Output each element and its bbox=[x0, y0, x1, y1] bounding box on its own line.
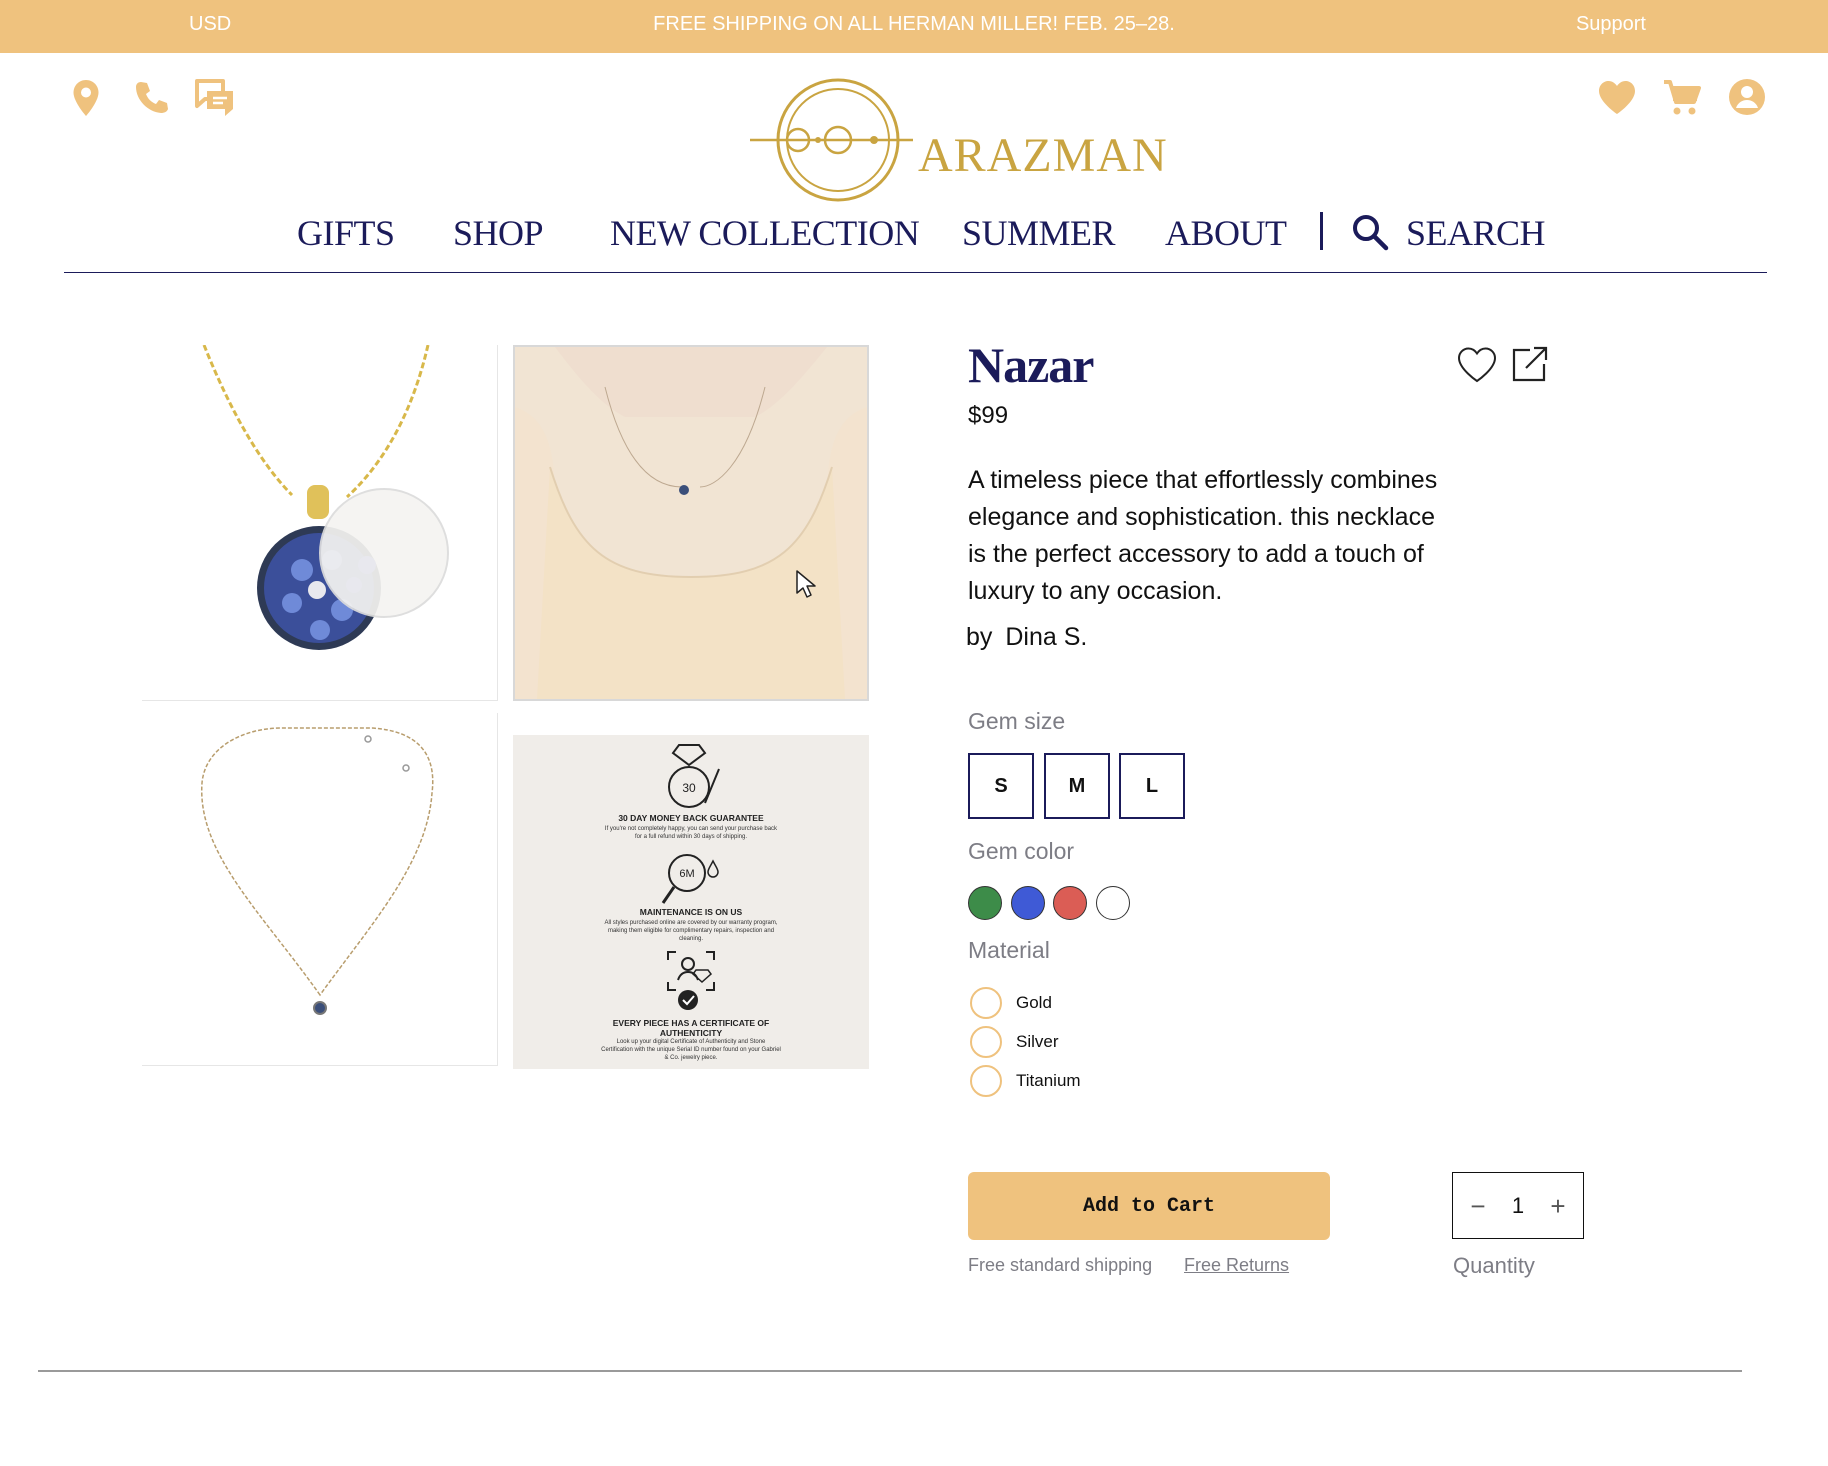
material-option-silver[interactable]: Silver bbox=[970, 1022, 1059, 1062]
wishlist-heart-icon[interactable] bbox=[1597, 80, 1637, 121]
main-navigation: GIFTS SHOP NEW COLLECTION SUMMER ABOUT S… bbox=[0, 208, 1828, 264]
product-price: $99 bbox=[968, 402, 1009, 429]
nav-item-new-collection[interactable]: NEW COLLECTION bbox=[610, 212, 920, 254]
product-image-pendant[interactable] bbox=[142, 345, 498, 701]
money-back-icon: 30 bbox=[661, 743, 721, 813]
money-back-title: 30 DAY MONEY BACK GUARANTEE bbox=[618, 813, 764, 823]
maintenance-title: MAINTENANCE IS ON US bbox=[639, 907, 743, 917]
mouse-cursor-icon bbox=[795, 569, 817, 604]
maintenance-icon: 6M bbox=[659, 851, 723, 907]
material-titanium-label: Titanium bbox=[1016, 1071, 1081, 1090]
free-returns-link[interactable]: Free Returns bbox=[1184, 1255, 1289, 1276]
guarantee-card: 30 30 DAY MONEY BACK GUARANTEE If you're… bbox=[513, 735, 869, 1069]
size-option-m[interactable]: M bbox=[1044, 753, 1110, 819]
quantity-label: Quantity bbox=[1453, 1253, 1535, 1278]
product-designer: by Dina S. bbox=[966, 623, 1087, 652]
quantity-increase-button[interactable]: + bbox=[1543, 1191, 1573, 1222]
nav-item-summer[interactable]: SUMMER bbox=[962, 212, 1116, 254]
share-icon[interactable] bbox=[1510, 344, 1550, 389]
radio-button[interactable] bbox=[970, 1026, 1002, 1058]
size-option-s[interactable]: S bbox=[968, 753, 1034, 819]
support-link[interactable]: Support bbox=[1576, 13, 1646, 36]
certificate-text: Look up your digital Certificate of Auth… bbox=[601, 1039, 781, 1061]
nav-search-label[interactable]: SEARCH bbox=[1406, 212, 1546, 254]
add-to-cart-button[interactable]: Add to Cart bbox=[968, 1172, 1330, 1240]
color-swatch-green[interactable] bbox=[968, 886, 1002, 920]
header-divider bbox=[64, 272, 1767, 273]
material-gold-label: Gold bbox=[1016, 993, 1052, 1012]
certificate-title: EVERY PIECE HAS A CERTIFICATE OF AUTHENT… bbox=[612, 1018, 770, 1038]
location-icon[interactable] bbox=[70, 78, 102, 123]
maintenance-badge: 6M bbox=[679, 868, 694, 880]
chat-icon[interactable] bbox=[193, 77, 237, 124]
radio-button[interactable] bbox=[970, 1065, 1002, 1097]
nav-separator bbox=[1320, 212, 1323, 250]
account-icon[interactable] bbox=[1728, 78, 1766, 121]
product-image-worn[interactable] bbox=[513, 345, 869, 701]
cart-icon[interactable] bbox=[1662, 79, 1702, 122]
color-swatch-red[interactable] bbox=[1053, 886, 1087, 920]
brand-name: ARAZMAN bbox=[918, 129, 1168, 182]
money-back-badge: 30 bbox=[682, 781, 696, 795]
nav-item-shop[interactable]: SHOP bbox=[453, 212, 544, 254]
phone-icon[interactable] bbox=[133, 79, 169, 120]
money-back-text: If you're not completely happy, you can … bbox=[604, 826, 778, 840]
nav-item-about[interactable]: ABOUT bbox=[1165, 212, 1287, 254]
certificate-icon bbox=[666, 950, 716, 1012]
promo-bar: USD FREE SHIPPING ON ALL HERMAN MILLER! … bbox=[0, 0, 1828, 53]
maintenance-text: All styles purchased online are covered … bbox=[604, 920, 778, 942]
material-option-titanium[interactable]: Titanium bbox=[970, 1061, 1081, 1101]
nav-item-gifts[interactable]: GIFTS bbox=[297, 212, 395, 254]
color-swatch-blue[interactable] bbox=[1011, 886, 1045, 920]
designer-prefix: by bbox=[966, 623, 993, 651]
size-option-l[interactable]: L bbox=[1119, 753, 1185, 819]
product-title: Nazar bbox=[968, 337, 1094, 393]
gem-color-label: Gem color bbox=[968, 838, 1075, 864]
material-silver-label: Silver bbox=[1016, 1032, 1059, 1051]
designer-name[interactable]: Dina S. bbox=[1005, 623, 1087, 651]
shipping-note: Free standard shipping bbox=[968, 1255, 1153, 1275]
product-description: A timeless piece that effortlessly combi… bbox=[968, 466, 1438, 605]
search-icon[interactable] bbox=[1350, 212, 1390, 261]
radio-button[interactable] bbox=[970, 987, 1002, 1019]
favorite-heart-icon[interactable] bbox=[1456, 346, 1498, 389]
product-image-flat[interactable] bbox=[142, 713, 498, 1066]
footer-divider bbox=[38, 1370, 1742, 1372]
material-option-gold[interactable]: Gold bbox=[970, 983, 1052, 1023]
promo-message: FREE SHIPPING ON ALL HERMAN MILLER! FEB.… bbox=[653, 13, 1175, 35]
material-label: Material bbox=[968, 937, 1050, 963]
color-swatch-white[interactable] bbox=[1096, 886, 1130, 920]
gem-size-label: Gem size bbox=[968, 708, 1066, 734]
quantity-stepper: − 1 + bbox=[1452, 1172, 1584, 1239]
